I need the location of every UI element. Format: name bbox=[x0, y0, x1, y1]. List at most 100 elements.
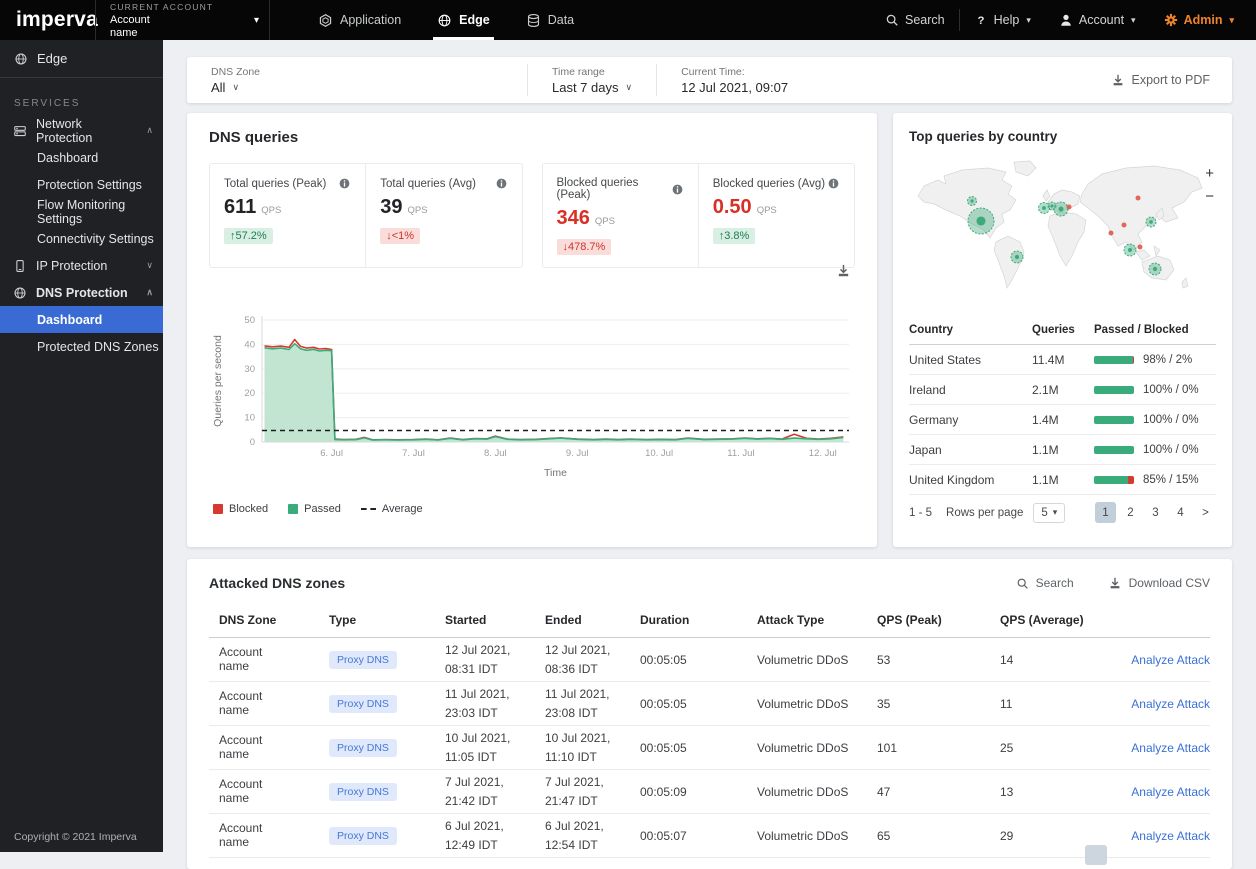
product-tabs: Application Edge Data bbox=[300, 0, 592, 40]
map-zoom-out-button[interactable]: − bbox=[1205, 189, 1214, 204]
chevron-down-icon: ▾ bbox=[253, 14, 259, 26]
page-button-2[interactable]: 2 bbox=[1120, 502, 1141, 523]
attack-zone: Account name bbox=[219, 776, 263, 805]
admin-menu[interactable]: Admin ▾ bbox=[1150, 0, 1256, 40]
chevron-down-icon: ▾ bbox=[1229, 14, 1234, 25]
sidebar-item-dns-protection[interactable]: DNS Protection ∧ bbox=[0, 279, 163, 306]
attacks-pagination-partial[interactable] bbox=[1085, 845, 1107, 865]
attack-type: Volumetric DDoS bbox=[757, 740, 849, 755]
info-icon[interactable] bbox=[495, 177, 508, 190]
analyze-attack-link[interactable]: Analyze Attack bbox=[1120, 741, 1210, 755]
svg-text:10. Jul: 10. Jul bbox=[645, 448, 673, 459]
stat-card-group: Blocked queries (Peak) 346 QPS ↓478.7% B… bbox=[541, 163, 855, 268]
attacked-zones-panel: Attacked DNS zones Search Download CSV D… bbox=[187, 559, 1232, 869]
time-range-filter[interactable]: Time range Last 7 days ∨ bbox=[527, 64, 656, 96]
legend-swatch bbox=[288, 504, 299, 514]
account-name: Account name bbox=[110, 14, 150, 39]
info-icon[interactable] bbox=[338, 177, 351, 190]
tab-label: Application bbox=[340, 13, 402, 27]
stat-label: Blocked queries (Avg) bbox=[712, 177, 826, 190]
zone-type-badge: Proxy DNS bbox=[329, 738, 397, 757]
tab-data[interactable]: Data bbox=[508, 0, 592, 40]
svg-text:Time: Time bbox=[544, 467, 567, 479]
chevron-down-icon: ∨ bbox=[625, 81, 633, 92]
stat-cards: Total queries (Peak) 611 QPS ↑57.2% Tota… bbox=[209, 163, 855, 268]
current-time-value: 12 Jul 2021, 09:07 bbox=[681, 79, 789, 95]
info-icon[interactable] bbox=[827, 177, 840, 190]
countries-pagination: 1 - 5 Rows per page 5 ▾ 1 2 3 4 > bbox=[909, 502, 1216, 523]
attack-qps-peak: 35 bbox=[877, 696, 891, 711]
stat-unit: QPS bbox=[756, 205, 777, 216]
svg-text:10: 10 bbox=[244, 413, 255, 424]
sidebar-subitem-flow-monitoring-settings[interactable]: Flow Monitoring Settings bbox=[0, 198, 163, 226]
main-content: DNS Zone All ∨ Time range Last 7 days ∨ Cu… bbox=[163, 40, 1256, 869]
sidebar-nav: Network Protection ∧ Dashboard Protection … bbox=[0, 117, 163, 360]
download-chart-button[interactable] bbox=[836, 263, 851, 283]
chevron-down-icon: ∨ bbox=[232, 81, 240, 92]
attack-ended: 12 Jul 2021, 08:36 IDT bbox=[545, 642, 611, 676]
stat-label: Total queries (Avg) bbox=[380, 177, 476, 190]
global-search-button[interactable]: Search bbox=[871, 0, 959, 40]
dns-zone-filter[interactable]: DNS Zone All ∨ bbox=[187, 64, 307, 96]
page-button-4[interactable]: 4 bbox=[1170, 502, 1191, 523]
legend-label: Passed bbox=[304, 503, 341, 515]
copyright: Copyright © 2021 Imperva bbox=[14, 831, 137, 843]
attack-duration: 00:05:07 bbox=[640, 828, 687, 843]
tab-edge[interactable]: Edge bbox=[419, 0, 508, 40]
country-queries: 11.4M bbox=[1032, 352, 1065, 367]
sidebar-subitem-connectivity-settings[interactable]: Connectivity Settings bbox=[0, 225, 163, 252]
page-button-3[interactable]: 3 bbox=[1145, 502, 1166, 523]
rows-per-page-select[interactable]: 5 ▾ bbox=[1033, 502, 1066, 523]
stat-trend-badge: ↓<1% bbox=[380, 228, 421, 244]
global-search-label: Search bbox=[905, 13, 945, 27]
svg-text:Queries per second: Queries per second bbox=[212, 335, 224, 427]
help-menu[interactable]: ? Help ▾ bbox=[960, 0, 1045, 40]
attack-duration: 00:05:05 bbox=[640, 652, 687, 667]
sidebar-subitem-dashboard[interactable]: Dashboard bbox=[0, 306, 163, 333]
world-map[interactable]: + − bbox=[909, 158, 1216, 303]
imperva-logo: imperva bbox=[0, 0, 98, 40]
next-page-button[interactable]: > bbox=[1195, 502, 1216, 523]
country-name: United Kingdom bbox=[909, 472, 995, 487]
current-time-field: Current Time: 12 Jul 2021, 09:07 bbox=[656, 64, 812, 96]
sidebar-subitem-dashboard[interactable]: Dashboard bbox=[0, 144, 163, 171]
col-queries: Queries bbox=[1032, 323, 1075, 336]
attacks-search-button[interactable]: Search bbox=[1016, 576, 1074, 590]
stat-card: Total queries (Peak) 611 QPS ↑57.2% bbox=[210, 164, 365, 267]
stat-label: Blocked queries (Peak) bbox=[556, 177, 639, 201]
sidebar: Edge SERVICES Network Protection ∧ Dashbo… bbox=[0, 40, 163, 852]
legend-item-passed: Passed bbox=[288, 503, 341, 515]
attack-qps-peak: 101 bbox=[877, 740, 898, 755]
sidebar-item-network-protection[interactable]: Network Protection ∧ bbox=[0, 117, 163, 145]
tab-label: Edge bbox=[459, 13, 490, 27]
account-menu[interactable]: Account ▾ bbox=[1045, 0, 1150, 40]
download-icon bbox=[1111, 73, 1125, 87]
tab-application[interactable]: Application bbox=[300, 0, 419, 40]
analyze-attack-link[interactable]: Analyze Attack bbox=[1120, 785, 1210, 799]
analyze-attack-link[interactable]: Analyze Attack bbox=[1120, 697, 1210, 711]
map-zoom-in-button[interactable]: + bbox=[1205, 166, 1214, 181]
passed-blocked-bar bbox=[1094, 355, 1134, 364]
country-queries: 2.1M bbox=[1032, 382, 1059, 397]
country-name: Japan bbox=[909, 442, 942, 457]
sidebar-item-ip-protection[interactable]: IP Protection ∨ bbox=[0, 252, 163, 279]
phone-icon bbox=[13, 259, 27, 273]
page-button-1[interactable]: 1 bbox=[1095, 502, 1116, 523]
legend-swatch bbox=[213, 504, 223, 514]
stat-trend-badge: ↑57.2% bbox=[224, 228, 273, 244]
globe-icon bbox=[14, 52, 28, 66]
download-csv-button[interactable]: Download CSV bbox=[1108, 576, 1210, 590]
stat-unit: QPS bbox=[407, 205, 428, 216]
info-icon[interactable] bbox=[671, 183, 684, 196]
analyze-attack-link[interactable]: Analyze Attack bbox=[1120, 829, 1210, 843]
sidebar-subitem-protection-settings[interactable]: Protection Settings bbox=[0, 171, 163, 198]
sidebar-item-edge[interactable]: Edge bbox=[0, 40, 163, 78]
attack-qps-avg: 11 bbox=[1000, 696, 1013, 711]
sidebar-subitem-protected-dns-zones[interactable]: Protected DNS Zones bbox=[0, 333, 163, 360]
svg-text:40: 40 bbox=[244, 339, 255, 350]
attacks-col-0: DNS Zone bbox=[219, 613, 277, 627]
account-switcher[interactable]: CURRENT ACCOUNT Account name ▾ bbox=[95, 0, 270, 40]
analyze-attack-link[interactable]: Analyze Attack bbox=[1120, 653, 1210, 667]
svg-text:6. Jul: 6. Jul bbox=[320, 448, 343, 459]
export-to-pdf-button[interactable]: Export to PDF bbox=[1111, 73, 1233, 87]
